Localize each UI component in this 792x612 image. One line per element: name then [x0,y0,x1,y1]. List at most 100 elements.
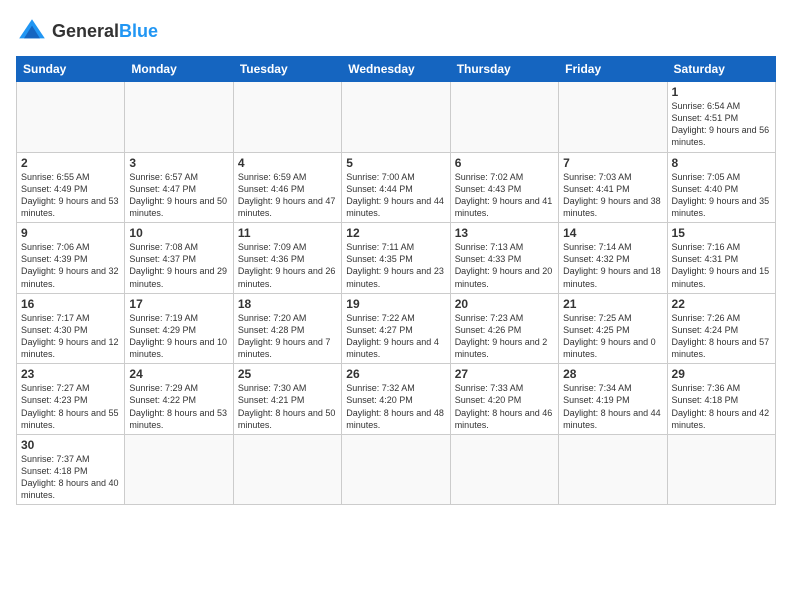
calendar-cell: 29Sunrise: 7:36 AM Sunset: 4:18 PM Dayli… [667,364,775,435]
calendar-cell: 26Sunrise: 7:32 AM Sunset: 4:20 PM Dayli… [342,364,450,435]
week-row-4: 16Sunrise: 7:17 AM Sunset: 4:30 PM Dayli… [17,293,776,364]
calendar-cell [233,434,341,505]
day-info: Sunrise: 7:33 AM Sunset: 4:20 PM Dayligh… [455,382,554,431]
calendar-cell: 21Sunrise: 7:25 AM Sunset: 4:25 PM Dayli… [559,293,667,364]
calendar-cell: 19Sunrise: 7:22 AM Sunset: 4:27 PM Dayli… [342,293,450,364]
calendar-cell [125,82,233,153]
day-info: Sunrise: 7:11 AM Sunset: 4:35 PM Dayligh… [346,241,445,290]
day-number: 24 [129,367,228,381]
calendar-cell: 14Sunrise: 7:14 AM Sunset: 4:32 PM Dayli… [559,223,667,294]
day-number: 8 [672,156,771,170]
calendar-cell: 10Sunrise: 7:08 AM Sunset: 4:37 PM Dayli… [125,223,233,294]
day-number: 16 [21,297,120,311]
calendar-cell: 3Sunrise: 6:57 AM Sunset: 4:47 PM Daylig… [125,152,233,223]
day-header-tuesday: Tuesday [233,57,341,82]
day-number: 9 [21,226,120,240]
day-info: Sunrise: 7:37 AM Sunset: 4:18 PM Dayligh… [21,453,120,502]
calendar-cell: 23Sunrise: 7:27 AM Sunset: 4:23 PM Dayli… [17,364,125,435]
week-row-2: 2Sunrise: 6:55 AM Sunset: 4:49 PM Daylig… [17,152,776,223]
day-info: Sunrise: 7:08 AM Sunset: 4:37 PM Dayligh… [129,241,228,290]
day-number: 11 [238,226,337,240]
week-row-3: 9Sunrise: 7:06 AM Sunset: 4:39 PM Daylig… [17,223,776,294]
day-info: Sunrise: 7:17 AM Sunset: 4:30 PM Dayligh… [21,312,120,361]
day-header-thursday: Thursday [450,57,558,82]
calendar-cell: 16Sunrise: 7:17 AM Sunset: 4:30 PM Dayli… [17,293,125,364]
day-info: Sunrise: 7:30 AM Sunset: 4:21 PM Dayligh… [238,382,337,431]
calendar-cell [17,82,125,153]
calendar-cell: 30Sunrise: 7:37 AM Sunset: 4:18 PM Dayli… [17,434,125,505]
day-info: Sunrise: 6:54 AM Sunset: 4:51 PM Dayligh… [672,100,771,149]
day-header-wednesday: Wednesday [342,57,450,82]
day-number: 12 [346,226,445,240]
page: GeneralBlue SundayMondayTuesdayWednesday… [0,0,792,612]
calendar-cell [559,82,667,153]
calendar-cell [450,434,558,505]
day-info: Sunrise: 7:03 AM Sunset: 4:41 PM Dayligh… [563,171,662,220]
day-info: Sunrise: 7:09 AM Sunset: 4:36 PM Dayligh… [238,241,337,290]
calendar-cell: 18Sunrise: 7:20 AM Sunset: 4:28 PM Dayli… [233,293,341,364]
calendar-cell: 9Sunrise: 7:06 AM Sunset: 4:39 PM Daylig… [17,223,125,294]
day-number: 28 [563,367,662,381]
day-number: 27 [455,367,554,381]
day-number: 6 [455,156,554,170]
day-info: Sunrise: 7:19 AM Sunset: 4:29 PM Dayligh… [129,312,228,361]
day-number: 21 [563,297,662,311]
header: GeneralBlue [16,16,776,48]
calendar-cell [233,82,341,153]
day-number: 5 [346,156,445,170]
header-row: SundayMondayTuesdayWednesdayThursdayFrid… [17,57,776,82]
day-header-friday: Friday [559,57,667,82]
calendar-cell: 20Sunrise: 7:23 AM Sunset: 4:26 PM Dayli… [450,293,558,364]
calendar-cell: 7Sunrise: 7:03 AM Sunset: 4:41 PM Daylig… [559,152,667,223]
day-info: Sunrise: 7:34 AM Sunset: 4:19 PM Dayligh… [563,382,662,431]
day-info: Sunrise: 7:32 AM Sunset: 4:20 PM Dayligh… [346,382,445,431]
day-number: 4 [238,156,337,170]
day-info: Sunrise: 7:23 AM Sunset: 4:26 PM Dayligh… [455,312,554,361]
calendar-cell: 8Sunrise: 7:05 AM Sunset: 4:40 PM Daylig… [667,152,775,223]
day-number: 7 [563,156,662,170]
calendar-cell: 24Sunrise: 7:29 AM Sunset: 4:22 PM Dayli… [125,364,233,435]
calendar-cell [559,434,667,505]
day-info: Sunrise: 6:59 AM Sunset: 4:46 PM Dayligh… [238,171,337,220]
day-number: 19 [346,297,445,311]
calendar-cell: 17Sunrise: 7:19 AM Sunset: 4:29 PM Dayli… [125,293,233,364]
day-number: 13 [455,226,554,240]
day-number: 18 [238,297,337,311]
day-info: Sunrise: 7:14 AM Sunset: 4:32 PM Dayligh… [563,241,662,290]
week-row-1: 1Sunrise: 6:54 AM Sunset: 4:51 PM Daylig… [17,82,776,153]
calendar-cell [450,82,558,153]
day-number: 23 [21,367,120,381]
day-header-saturday: Saturday [667,57,775,82]
day-number: 10 [129,226,228,240]
calendar-cell: 4Sunrise: 6:59 AM Sunset: 4:46 PM Daylig… [233,152,341,223]
day-info: Sunrise: 6:57 AM Sunset: 4:47 PM Dayligh… [129,171,228,220]
calendar-cell: 1Sunrise: 6:54 AM Sunset: 4:51 PM Daylig… [667,82,775,153]
day-number: 1 [672,85,771,99]
day-header-sunday: Sunday [17,57,125,82]
day-number: 15 [672,226,771,240]
day-number: 14 [563,226,662,240]
calendar-cell: 6Sunrise: 7:02 AM Sunset: 4:43 PM Daylig… [450,152,558,223]
day-number: 17 [129,297,228,311]
day-info: Sunrise: 7:26 AM Sunset: 4:24 PM Dayligh… [672,312,771,361]
day-info: Sunrise: 7:00 AM Sunset: 4:44 PM Dayligh… [346,171,445,220]
calendar-table: SundayMondayTuesdayWednesdayThursdayFrid… [16,56,776,505]
calendar-cell [342,434,450,505]
calendar-cell: 11Sunrise: 7:09 AM Sunset: 4:36 PM Dayli… [233,223,341,294]
day-number: 3 [129,156,228,170]
calendar-cell [342,82,450,153]
week-row-6: 30Sunrise: 7:37 AM Sunset: 4:18 PM Dayli… [17,434,776,505]
calendar-cell: 27Sunrise: 7:33 AM Sunset: 4:20 PM Dayli… [450,364,558,435]
day-info: Sunrise: 7:22 AM Sunset: 4:27 PM Dayligh… [346,312,445,361]
day-number: 29 [672,367,771,381]
day-header-monday: Monday [125,57,233,82]
day-number: 20 [455,297,554,311]
day-info: Sunrise: 7:27 AM Sunset: 4:23 PM Dayligh… [21,382,120,431]
calendar-cell: 5Sunrise: 7:00 AM Sunset: 4:44 PM Daylig… [342,152,450,223]
day-info: Sunrise: 6:55 AM Sunset: 4:49 PM Dayligh… [21,171,120,220]
day-number: 26 [346,367,445,381]
day-info: Sunrise: 7:16 AM Sunset: 4:31 PM Dayligh… [672,241,771,290]
logo-text: GeneralBlue [52,22,158,42]
day-number: 2 [21,156,120,170]
logo: GeneralBlue [16,16,158,48]
